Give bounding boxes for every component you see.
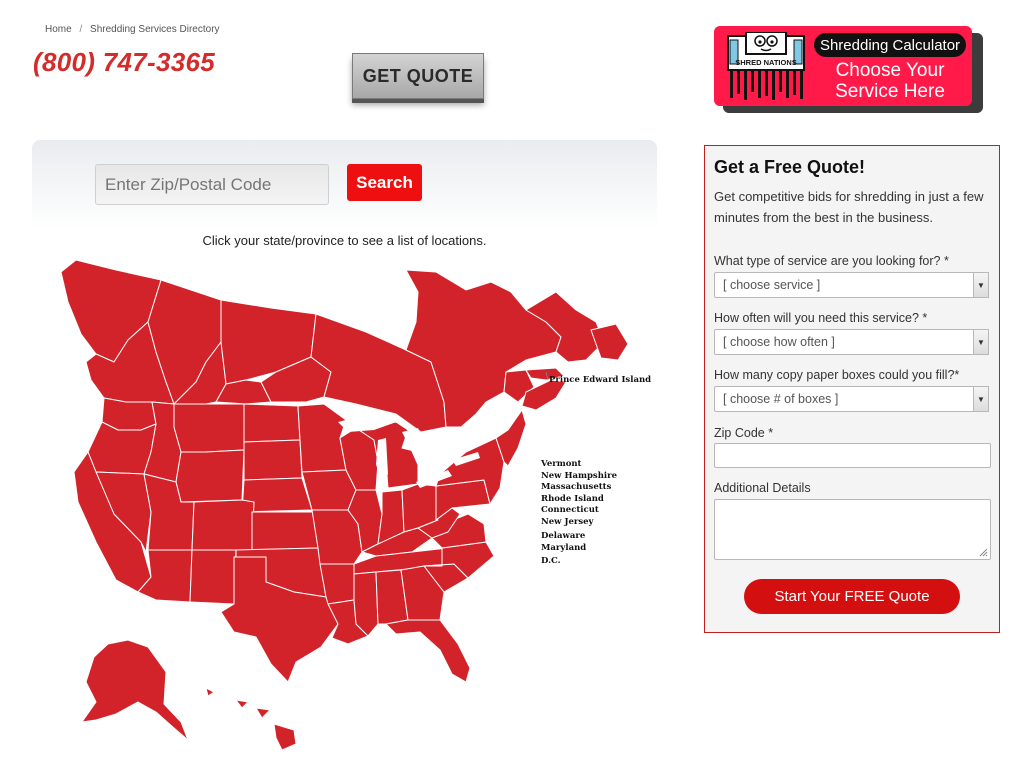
quote-form-subtitle: Get competitive bids for shredding in ju…: [714, 189, 984, 225]
calculator-cta-line2: Service Here: [835, 81, 945, 102]
region-iowa[interactable]: [301, 469, 357, 511]
resize-grip-icon[interactable]: [978, 547, 988, 557]
phone-number[interactable]: (800) 747-3365: [33, 47, 215, 78]
boxes-value: [ choose # of boxes ]: [723, 392, 839, 406]
calculator-pill-label: Shredding Calculator: [814, 33, 966, 57]
breadcrumb-separator: /: [79, 24, 83, 35]
additional-details-label: Additional Details: [714, 481, 811, 495]
breadcrumb: Home / Shredding Services Directory: [45, 24, 220, 35]
start-free-quote-button[interactable]: Start Your FREE Quote: [744, 579, 960, 614]
region-pennsylvania[interactable]: [435, 479, 491, 521]
map-label-dc[interactable]: D.C.: [541, 556, 617, 568]
map-label-new-jersey[interactable]: New Jersey: [541, 517, 617, 529]
additional-details-textarea[interactable]: [714, 499, 991, 560]
region-minnesota[interactable]: [297, 403, 347, 473]
map-label-vermont[interactable]: Vermont: [541, 459, 617, 471]
region-hawaii-4[interactable]: [273, 723, 297, 751]
breadcrumb-current: Shredding Services Directory: [90, 24, 220, 35]
boxes-label: How many copy paper boxes could you fill…: [714, 368, 960, 382]
region-new-mexico[interactable]: [189, 549, 237, 605]
map-label-rhode-island[interactable]: Rhode Island: [541, 494, 617, 506]
map-label-delaware[interactable]: Delaware: [541, 531, 617, 543]
region-florida[interactable]: [385, 619, 471, 683]
northeast-labels: Vermont New Hampshire Massachusetts Rhod…: [541, 459, 617, 567]
map-label-pei[interactable]: Prince Edward Island: [549, 375, 651, 385]
map-label-connecticut[interactable]: Connecticut: [541, 505, 617, 517]
map-label-massachusetts[interactable]: Massachusetts: [541, 482, 617, 494]
boxes-select[interactable]: [ choose # of boxes ] ▼: [714, 386, 989, 412]
quote-form-title: Get a Free Quote!: [714, 157, 866, 177]
search-button[interactable]: Search: [347, 164, 422, 201]
calculator-cta: Choose Your Service Here: [814, 60, 966, 102]
map-caption: Click your state/province to see a list …: [202, 233, 487, 248]
shredding-calculator-banner[interactable]: SHRED NATIONS Shredding Calculator Choos…: [714, 26, 972, 106]
frequency-value: [ choose how often ]: [723, 335, 835, 349]
region-north-dakota[interactable]: [243, 403, 301, 443]
region-montana[interactable]: [173, 403, 245, 453]
lake-michigan: [376, 438, 388, 486]
service-type-label: What type of service are you looking for…: [714, 254, 949, 268]
breadcrumb-home-link[interactable]: Home: [45, 24, 72, 35]
service-type-value: [ choose service ]: [723, 278, 821, 292]
region-newfoundland-island[interactable]: [590, 323, 629, 361]
frequency-label: How often will you need this service? *: [714, 311, 928, 325]
region-hawaii-3[interactable]: [255, 707, 271, 719]
region-washington[interactable]: [101, 397, 157, 431]
zip-search-input[interactable]: [95, 164, 329, 205]
chevron-down-icon[interactable]: ▼: [973, 329, 989, 355]
service-type-select[interactable]: [ choose service ] ▼: [714, 272, 989, 298]
chevron-down-icon[interactable]: ▼: [973, 386, 989, 412]
region-alaska[interactable]: [81, 639, 189, 741]
region-colorado[interactable]: [191, 499, 255, 551]
region-hawaii-2[interactable]: [235, 699, 249, 709]
zip-code-label: Zip Code *: [714, 426, 774, 440]
map-label-maryland[interactable]: Maryland: [541, 543, 617, 555]
region-wyoming[interactable]: [175, 449, 245, 503]
calculator-cta-line1: Choose Your: [835, 60, 945, 81]
region-oregon[interactable]: [87, 421, 157, 475]
logo-text: SHRED NATIONS: [735, 58, 797, 67]
map-label-new-hampshire[interactable]: New Hampshire: [541, 471, 617, 483]
chevron-down-icon[interactable]: ▼: [973, 272, 989, 298]
frequency-select[interactable]: [ choose how often ] ▼: [714, 329, 989, 355]
zip-code-input[interactable]: [714, 443, 991, 468]
get-quote-button[interactable]: GET QUOTE: [352, 53, 484, 99]
region-hawaii-1[interactable]: [205, 687, 215, 697]
region-kansas[interactable]: [251, 511, 319, 551]
shred-nations-logo-icon: SHRED NATIONS: [724, 32, 808, 100]
region-south-dakota[interactable]: [243, 439, 303, 481]
